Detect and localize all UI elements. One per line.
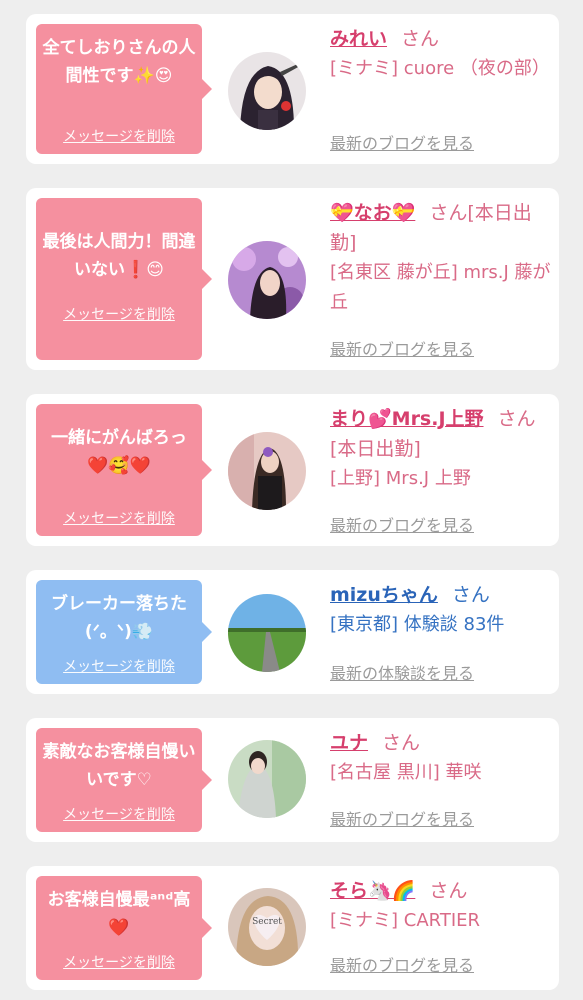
sender-name-link[interactable]: ユナ [330,732,368,754]
message-bubble: ブレーカー落ちた(ᐟ。ᐠ)💨 メッセージを削除 [36,580,212,684]
avatar-woman-purple-flowers-icon [228,241,306,319]
message-list: 全てしおりさんの人間性です✨😍 メッセージを削除 みれい さん [ミナミ] cuo… [0,0,583,1000]
sender-info: 💝なお💝 さん[本日出勤] [名東区 藤が丘] mrs.J 藤が丘 [330,198,552,318]
shop-info: [上野] Mrs.J 上野 [330,468,471,489]
shop-info: [東京都] 体験談 83件 [330,614,505,635]
shop-info: [ミナミ] CARTIER [330,910,481,931]
message-text: 最後は人間力！間違いない❗😊 [42,232,196,280]
avatar[interactable] [228,740,306,818]
message-text: ブレーカー落ちた(ᐟ。ᐠ)💨 [51,594,187,642]
message-card: 素敵なお客様自慢いいです♡ メッセージを削除 ユナ さん [名古屋 黒川] 華咲 … [26,718,559,842]
latest-blog-link[interactable]: 最新のブログを見る [330,336,474,360]
honorific: さん [429,880,468,902]
shop-info: [ミナミ] cuore （夜の部） [330,58,550,79]
sender-info: そら🦄🌈 さん [ミナミ] CARTIER [330,876,552,936]
message-text: 一緒にがんばろっ❤️🥰❤️ [51,428,187,476]
avatar[interactable] [228,241,306,319]
message-card: 最後は人間力！間違いない❗😊 メッセージを削除 💝なお💝 さん[本日出勤] [名東… [26,188,559,370]
sender-info: みれい さん [ミナミ] cuore （夜の部） [330,24,552,84]
sender-name-link[interactable]: そら🦄🌈 [330,880,415,902]
latest-blog-link[interactable]: 最新のブログを見る [330,952,474,976]
sender-name-link[interactable]: mizuちゃん [330,584,438,606]
message-bubble: 素敵なお客様自慢いいです♡ メッセージを削除 [36,728,212,832]
delete-message-link[interactable]: メッセージを削除 [36,656,202,676]
message-card: ブレーカー落ちた(ᐟ。ᐠ)💨 メッセージを削除 mizuちゃん さん [東京都] … [26,570,559,694]
sender-name-link[interactable]: まり💕Mrs.J上野 [330,408,484,430]
honorific: さん [401,28,440,50]
avatar-woman-window-icon [228,740,306,818]
message-bubble: 全てしおりさんの人間性です✨😍 メッセージを削除 [36,24,212,154]
avatar[interactable] [228,432,306,510]
latest-blog-link[interactable]: 最新のブログを見る [330,512,474,536]
latest-blog-link[interactable]: 最新のブログを見る [330,130,474,154]
sender-name-link[interactable]: みれい [330,28,387,50]
delete-message-link[interactable]: メッセージを削除 [36,508,202,528]
avatar-anime-girl-icon [228,52,306,130]
delete-message-link[interactable]: メッセージを削除 [36,952,202,972]
delete-message-link[interactable]: メッセージを削除 [36,304,202,324]
latest-review-link[interactable]: 最新の体験談を見る [330,660,474,684]
message-text: お客様自慢最ᵃⁿᵈ高❤️ [47,890,191,938]
avatar-road-landscape-icon [228,594,306,672]
delete-message-link[interactable]: メッセージを削除 [36,804,202,824]
shop-info: [名東区 藤が丘] mrs.J 藤が丘 [330,262,551,313]
avatar-woman-dark-dress-icon [228,432,306,510]
message-text: 全てしおりさんの人間性です✨😍 [42,38,196,86]
sender-name-link[interactable]: 💝なお💝 [330,202,415,224]
sender-info: まり💕Mrs.J上野 さん[本日出勤] [上野] Mrs.J 上野 [330,404,552,494]
svg-text:Secret: Secret [252,917,282,927]
message-card: 一緒にがんばろっ❤️🥰❤️ メッセージを削除 まり💕Mrs.J上野 さん[本日出勤… [26,394,559,546]
avatar[interactable]: Secret [228,888,306,966]
avatar[interactable] [228,594,306,672]
message-bubble: 一緒にがんばろっ❤️🥰❤️ メッセージを削除 [36,404,212,536]
message-bubble: 最後は人間力！間違いない❗😊 メッセージを削除 [36,198,212,360]
latest-blog-link[interactable]: 最新のブログを見る [330,806,474,830]
shop-info: [名古屋 黒川] 華咲 [330,762,482,783]
avatar[interactable] [228,52,306,130]
honorific: さん [382,732,421,754]
message-bubble: お客様自慢最ᵃⁿᵈ高❤️ メッセージを削除 [36,876,212,980]
sender-info: mizuちゃん さん [東京都] 体験談 83件 [330,580,552,640]
honorific: さん [451,584,490,606]
message-card: お客様自慢最ᵃⁿᵈ高❤️ メッセージを削除 Secret そら🦄🌈 さん [ミナミ… [26,866,559,990]
message-text: 素敵なお客様自慢いいです♡ [42,742,196,790]
delete-message-link[interactable]: メッセージを削除 [36,126,202,146]
sender-info: ユナ さん [名古屋 黒川] 華咲 [330,728,552,788]
avatar-woman-secret-heart-icon: Secret [228,888,306,966]
message-card: 全てしおりさんの人間性です✨😍 メッセージを削除 みれい さん [ミナミ] cuo… [26,14,559,164]
